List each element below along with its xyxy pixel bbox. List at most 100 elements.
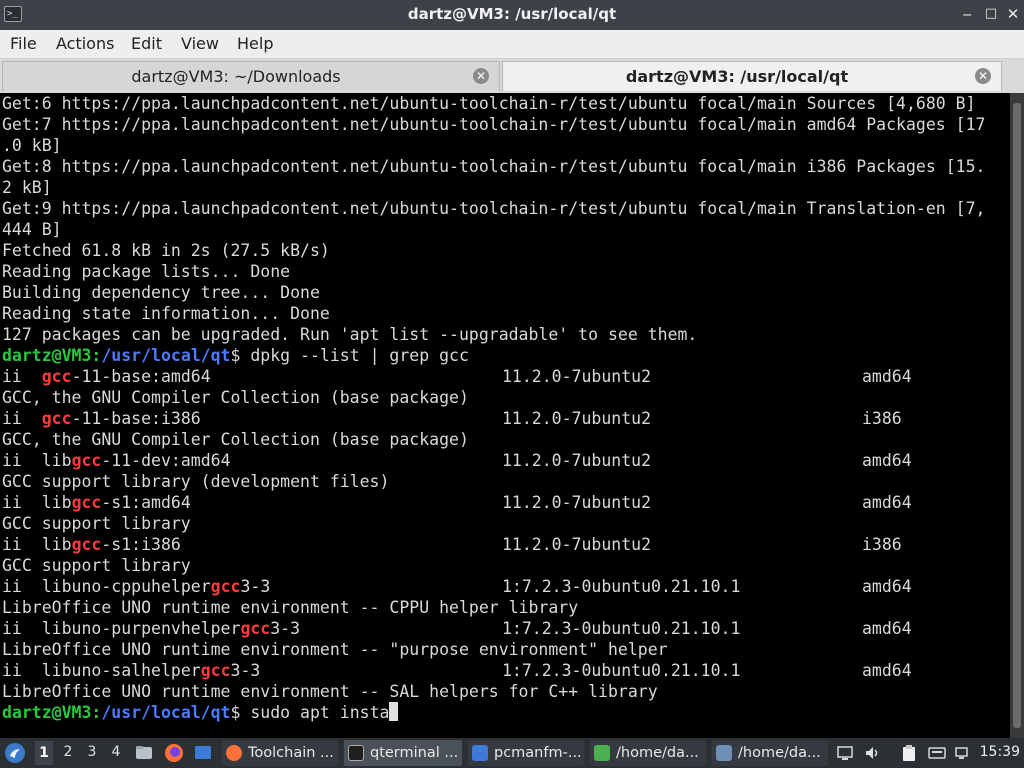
terminal-line: Get:9 https://ppa.launchpadcontent.net/u… bbox=[2, 199, 986, 218]
package-arch: amd64 bbox=[862, 493, 912, 512]
title-bar[interactable]: >_ dartz@VM3: /usr/local/qt ‒ □ ✕ bbox=[0, 0, 1024, 30]
file-manager-icon bbox=[136, 746, 152, 759]
terminal-line: ii libgcc-s1:amd64 11.2.0-7ubuntu2 amd64 bbox=[2, 492, 912, 513]
terminal-scrollbar[interactable] bbox=[1010, 93, 1024, 738]
tab-bar: dartz@VM3: ~/Downloads ✕ dartz@VM3: /usr… bbox=[0, 59, 1024, 93]
package-name-match: gcc bbox=[71, 451, 102, 470]
scrollbar-thumb[interactable] bbox=[1013, 103, 1021, 728]
task-label: pcmanfm-... bbox=[494, 745, 582, 761]
menu-actions[interactable]: Actions bbox=[56, 34, 114, 53]
volume-icon[interactable] bbox=[864, 744, 882, 762]
terminal-line: ii libgcc-11-dev:amd64 11.2.0-7ubuntu2 amd… bbox=[2, 450, 912, 471]
package-name-prefix: lib bbox=[41, 535, 72, 554]
task-label: /home/da... bbox=[616, 745, 699, 761]
package-name-prefix: libuno-purpenvhelper bbox=[41, 619, 241, 638]
featherpad-icon bbox=[716, 745, 732, 761]
start-menu-button[interactable] bbox=[4, 738, 28, 768]
prompt-path: /usr/local/qt bbox=[101, 703, 231, 722]
close-button[interactable]: ✕ bbox=[1004, 4, 1022, 24]
clipboard-icon[interactable] bbox=[900, 744, 918, 762]
start-menu-icon bbox=[5, 743, 25, 763]
terminal-line: ii libgcc-s1:i386 11.2.0-7ubuntu2 i386 bbox=[2, 534, 902, 555]
task-home-editor[interactable]: /home/da... bbox=[590, 740, 706, 766]
terminal-line: ii gcc-11-base:i386 11.2.0-7ubuntu2 i386 bbox=[2, 408, 902, 429]
prompt-user: dartz@VM3 bbox=[2, 703, 92, 722]
package-name-suffix: 3-3 bbox=[270, 619, 301, 638]
workspace-4[interactable]: 4 bbox=[107, 744, 125, 760]
menu-bar: File Actions Edit View Help bbox=[0, 30, 1024, 59]
package-name-suffix: -s1:amd64 bbox=[101, 493, 191, 512]
launcher-files[interactable] bbox=[134, 738, 156, 768]
terminal-line: GCC, the GNU Compiler Collection (base p… bbox=[2, 430, 469, 449]
minimize-button[interactable]: ‒ bbox=[958, 4, 976, 24]
terminal-line: Get:8 https://ppa.launchpadcontent.net/u… bbox=[2, 157, 986, 176]
task-label: /home/da... bbox=[738, 745, 821, 761]
launcher-desktop[interactable] bbox=[193, 738, 215, 768]
package-arch: i386 bbox=[862, 535, 902, 554]
task-pcmanfm[interactable]: pcmanfm-... bbox=[468, 740, 584, 766]
package-version: 11.2.0-7ubuntu2 bbox=[502, 493, 652, 512]
network-icon[interactable] bbox=[954, 744, 972, 762]
workspace-3[interactable]: 3 bbox=[83, 744, 101, 760]
task-home-featherpad[interactable]: /home/da... bbox=[712, 740, 828, 766]
menu-edit[interactable]: Edit bbox=[131, 34, 162, 53]
terminal-line: 444 B] bbox=[2, 220, 62, 239]
tab-close-icon[interactable]: ✕ bbox=[975, 68, 991, 84]
package-version: 1:7.2.3-0ubuntu0.21.10.1 bbox=[502, 577, 741, 596]
terminal-line: ii libuno-cppuhelpergcc3-3 1:7.2.3-0ubunt… bbox=[2, 576, 912, 597]
package-name-suffix: 3-3 bbox=[240, 577, 271, 596]
terminal-line: LibreOffice UNO runtime environment -- S… bbox=[2, 682, 658, 701]
terminal-line: 127 packages can be upgraded. Run 'apt l… bbox=[2, 325, 698, 344]
task-firefox[interactable]: Toolchain ... bbox=[222, 740, 338, 766]
display-icon[interactable] bbox=[836, 744, 854, 762]
terminal-line: Get:7 https://ppa.launchpadcontent.net/u… bbox=[2, 115, 986, 134]
terminal-line: GCC support library bbox=[2, 556, 191, 575]
terminal-cursor bbox=[389, 702, 399, 721]
keyboard-icon[interactable] bbox=[928, 744, 946, 762]
firefox-icon bbox=[226, 745, 242, 761]
terminal-line: Get:6 https://ppa.launchpadcontent.net/u… bbox=[2, 94, 976, 113]
terminal-window: >_ dartz@VM3: /usr/local/qt ‒ □ ✕ File A… bbox=[0, 0, 1024, 768]
text-editor-icon bbox=[594, 745, 610, 761]
package-version: 11.2.0-7ubuntu2 bbox=[502, 535, 652, 554]
package-name-match: gcc bbox=[71, 535, 102, 554]
workspace-2[interactable]: 2 bbox=[59, 744, 77, 760]
prompt-symbol: $ bbox=[230, 346, 251, 365]
tab-label: dartz@VM3: /usr/local/qt bbox=[625, 67, 849, 86]
menu-view[interactable]: View bbox=[181, 34, 219, 53]
folder-icon bbox=[472, 745, 488, 761]
package-state: ii bbox=[2, 367, 42, 386]
package-name-suffix: -11-base:amd64 bbox=[71, 367, 211, 386]
package-name-match: gcc bbox=[71, 493, 102, 512]
tab-close-icon[interactable]: ✕ bbox=[473, 68, 489, 84]
terminal-output[interactable]: Get:6 https://ppa.launchpadcontent.net/u… bbox=[0, 93, 1010, 738]
package-arch: amd64 bbox=[862, 577, 912, 596]
package-version: 1:7.2.3-0ubuntu0.21.10.1 bbox=[502, 661, 741, 680]
task-qterminal[interactable]: qterminal ... bbox=[344, 740, 462, 766]
menu-help[interactable]: Help bbox=[237, 34, 273, 53]
window-title: dartz@VM3: /usr/local/qt bbox=[407, 5, 617, 23]
prompt-symbol: $ bbox=[230, 703, 251, 722]
task-label: qterminal ... bbox=[370, 745, 459, 761]
package-name-suffix: -s1:i386 bbox=[101, 535, 181, 554]
tab-downloads[interactable]: dartz@VM3: ~/Downloads ✕ bbox=[2, 61, 500, 91]
launcher-firefox[interactable] bbox=[164, 738, 186, 768]
package-state: ii bbox=[2, 409, 42, 428]
tab-usr-local-qt[interactable]: dartz@VM3: /usr/local/qt ✕ bbox=[502, 61, 1002, 91]
terminal-icon bbox=[348, 745, 364, 761]
clock[interactable]: 15:39 bbox=[980, 744, 1020, 760]
package-name-match: gcc bbox=[210, 577, 241, 596]
menu-file[interactable]: File bbox=[10, 34, 37, 53]
maximize-button[interactable]: □ bbox=[982, 4, 1000, 24]
prompt-path: /usr/local/qt bbox=[101, 346, 231, 365]
terminal-line: Fetched 61.8 kB in 2s (27.5 kB/s) bbox=[2, 241, 330, 260]
workspace-1[interactable]: 1 bbox=[35, 741, 53, 765]
terminal-line: GCC support library bbox=[2, 514, 191, 533]
prompt-command: sudo apt insta bbox=[250, 703, 390, 722]
terminal-line: Reading package lists... Done bbox=[2, 262, 291, 281]
terminal-line: ii gcc-11-base:amd64 11.2.0-7ubuntu2 amd64 bbox=[2, 366, 912, 387]
package-name-match: gcc bbox=[240, 619, 271, 638]
package-arch: i386 bbox=[862, 409, 902, 428]
package-state: ii bbox=[2, 493, 42, 512]
terminal-line: dartz@VM3:/usr/local/qt$ sudo apt insta bbox=[2, 702, 399, 723]
